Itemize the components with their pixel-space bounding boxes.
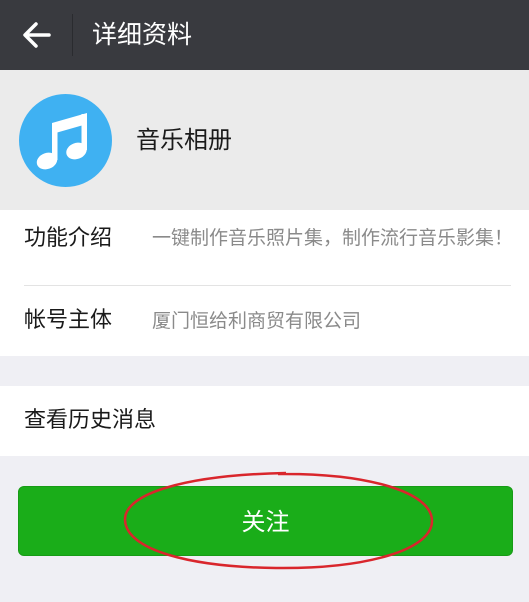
history-messages-label: 查看历史消息: [24, 408, 157, 433]
history-messages-row[interactable]: 查看历史消息: [0, 386, 529, 456]
account-name: 音乐相册: [136, 126, 232, 154]
page-title: 详细资料: [92, 20, 193, 49]
function-intro-row: 功能介绍 一键制作音乐照片集，制作流行音乐影集！: [0, 210, 529, 286]
title-divider: [72, 14, 73, 56]
follow-button[interactable]: 关注: [18, 486, 513, 556]
account-owner-row[interactable]: 帐号主体 厦门恒给利商贸有限公司: [0, 286, 529, 356]
function-intro-label: 功能介绍: [24, 226, 113, 251]
title-bar: 详细资料: [0, 0, 529, 70]
follow-button-label: 关注: [241, 508, 290, 536]
back-button[interactable]: [14, 14, 60, 56]
avatar[interactable]: [19, 94, 112, 187]
info-card: 功能介绍 一键制作音乐照片集，制作流行音乐影集！ 帐号主体 厦门恒给利商贸有限公…: [0, 210, 529, 356]
arrow-left-icon: [23, 22, 51, 48]
account-owner-value: 厦门恒给利商贸有限公司: [152, 310, 362, 332]
account-header: 音乐相册: [0, 70, 529, 210]
account-owner-label: 帐号主体: [24, 308, 113, 333]
music-note-icon: [19, 94, 112, 187]
function-intro-value: 一键制作音乐照片集，制作流行音乐影集！: [152, 227, 514, 249]
